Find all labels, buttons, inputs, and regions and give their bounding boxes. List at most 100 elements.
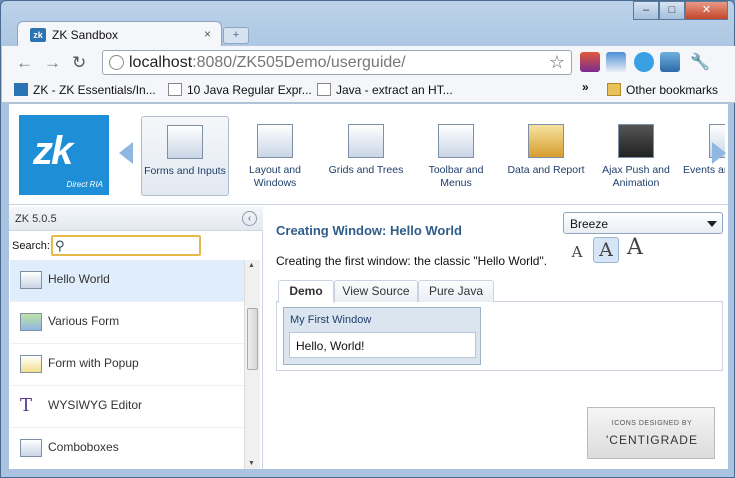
- list-item-hello-world[interactable]: Hello World: [10, 260, 244, 302]
- ribbon-item-layout-and-windows[interactable]: Layout and Windows: [231, 116, 319, 196]
- tab-pure-java[interactable]: Pure Java: [418, 280, 494, 302]
- database-report-icon: [528, 124, 564, 158]
- combobox-icon: [20, 439, 42, 457]
- font-size-small-button[interactable]: A: [569, 243, 585, 261]
- skype-extension-icon[interactable]: [634, 52, 654, 72]
- screenshot-extension-icon[interactable]: [660, 52, 680, 72]
- credit-line-2: 'CENTIGRADE: [606, 433, 698, 447]
- zk-favicon-icon: [14, 83, 28, 96]
- bookmark-star-icon[interactable]: ☆: [549, 52, 565, 73]
- bookmark-item[interactable]: ZK - ZK Essentials/In...: [14, 83, 156, 97]
- tab-close-icon[interactable]: ×: [204, 27, 211, 41]
- scroll-up-icon[interactable]: ▲: [248, 262, 255, 269]
- bookmark-label: ZK - ZK Essentials/In...: [33, 83, 156, 97]
- main-content: Creating Window: Hello World Breeze A A …: [267, 207, 728, 469]
- page-icon: [168, 83, 182, 96]
- bookmark-label: Java - extract an HT...: [336, 83, 453, 97]
- credit-line-1: ICONS DESIGNED BY: [611, 420, 693, 427]
- ribbon-item-forms-and-inputs[interactable]: Forms and Inputs: [141, 116, 229, 196]
- demo-window-body: Hello, World!: [289, 332, 476, 358]
- magnifier-icon: ⚲: [55, 238, 65, 253]
- bookmarks-overflow-button[interactable]: »: [582, 80, 589, 94]
- ribbon-item-grids-and-trees[interactable]: Grids and Trees: [322, 116, 410, 196]
- other-bookmarks-button[interactable]: Other bookmarks: [607, 83, 718, 97]
- icon-credit-badge[interactable]: ICONS DESIGNED BY 'CENTIGRADE: [587, 407, 715, 459]
- scrollbar-thumb[interactable]: [247, 308, 258, 370]
- demo-tab-panel: My First Window Hello, World!: [276, 302, 723, 371]
- minimize-button[interactable]: –: [633, 1, 659, 20]
- chevron-down-icon: [707, 221, 717, 227]
- window-extension-icon[interactable]: [606, 52, 626, 72]
- demo-window-text: Hello, World!: [296, 339, 365, 353]
- web-page: zk Direct RIA Forms and Inputs Layout an…: [9, 104, 728, 469]
- ribbon-item-toolbar-and-menus[interactable]: Toolbar and Menus: [412, 116, 500, 196]
- list-item-wysiwyg-editor[interactable]: T WYSIWYG Editor: [10, 386, 244, 428]
- list-item-form-with-popup[interactable]: Form with Popup: [10, 344, 244, 386]
- bookmarks-bar: ZK - ZK Essentials/In... 10 Java Regular…: [2, 79, 735, 103]
- clapperboard-icon: [618, 124, 654, 158]
- ribbon-scroll-left-icon[interactable]: [119, 142, 133, 164]
- window-controls: – □ ✕: [633, 1, 728, 21]
- tab-view-source[interactable]: View Source: [334, 280, 418, 302]
- text-edit-icon: T: [20, 395, 33, 416]
- search-input[interactable]: ⚲: [51, 235, 201, 256]
- ribbon-item-label: Data and Report: [507, 164, 585, 176]
- ribbon-item-label: Grids and Trees: [328, 164, 404, 176]
- theme-select-value: Breeze: [570, 217, 609, 231]
- form-icon: [20, 313, 42, 331]
- ribbon-item-label: Events an: [683, 164, 725, 176]
- tab-demo[interactable]: Demo: [278, 280, 334, 303]
- ribbon-item-data-and-report[interactable]: Data and Report: [502, 116, 590, 196]
- font-size-medium-button[interactable]: A: [593, 237, 619, 263]
- bookmark-label: 10 Java Regular Expr...: [187, 83, 312, 97]
- demo-window-title: My First Window: [290, 314, 372, 326]
- collapse-sidebar-icon[interactable]: ‹: [242, 211, 257, 226]
- scroll-down-icon[interactable]: ▼: [248, 460, 255, 467]
- grid-icon: [348, 124, 384, 158]
- logo-text: zk: [33, 129, 73, 173]
- browser-tab[interactable]: zk ZK Sandbox ×: [17, 21, 222, 47]
- folder-icon: [607, 83, 621, 96]
- demo-tabs: Demo View Source Pure Java: [276, 278, 723, 303]
- back-button[interactable]: ←: [16, 53, 33, 73]
- sidebar-scrollbar[interactable]: ▲ ▼: [244, 260, 260, 469]
- reload-button[interactable]: ↻: [72, 53, 86, 73]
- bookmark-item[interactable]: Java - extract an HT...: [317, 83, 453, 97]
- ribbon-item-ajax-push-and-animation[interactable]: Ajax Push and Animation: [592, 116, 680, 196]
- sidebar-header: ZK 5.0.5 ‹: [9, 207, 263, 231]
- ribbon-item-label: Toolbar and Menus: [428, 164, 484, 189]
- wrench-icon[interactable]: 🔧: [690, 52, 710, 72]
- tab-strip: zk ZK Sandbox × +: [9, 19, 728, 47]
- address-bar[interactable]: localhost:8080/ZK505Demo/userguide/ ☆: [102, 50, 572, 75]
- page-title: Creating Window: Hello World: [276, 223, 462, 238]
- close-window-button[interactable]: ✕: [685, 1, 728, 20]
- list-item-label: WYSIWYG Editor: [48, 398, 143, 412]
- ribbon-item-label: Ajax Push and Animation: [602, 164, 670, 189]
- demo-list: Hello World Various Form Form with Popup…: [10, 260, 244, 469]
- page-description: Creating the first window: the classic "…: [276, 254, 548, 268]
- zk-logo: zk Direct RIA: [19, 115, 109, 195]
- tab-title: ZK Sandbox: [52, 28, 119, 42]
- category-ribbon: zk Direct RIA Forms and Inputs Layout an…: [9, 104, 728, 205]
- other-bookmarks-label: Other bookmarks: [626, 83, 719, 97]
- list-item-various-form[interactable]: Various Form: [10, 302, 244, 344]
- url-host: localhost: [129, 54, 193, 71]
- ribbon-scroll-right-icon[interactable]: [712, 142, 726, 164]
- list-item-label: Various Form: [48, 314, 120, 328]
- browser-toolbar: ← → ↻ localhost:8080/ZK505Demo/userguide…: [2, 46, 735, 79]
- list-item-label: Hello World: [48, 272, 110, 286]
- list-item-comboboxes[interactable]: Comboboxes: [10, 428, 244, 469]
- layout-icon: [257, 124, 293, 158]
- popup-form-icon: [20, 355, 42, 373]
- font-size-large-button[interactable]: A: [623, 235, 647, 260]
- window-icon: [20, 271, 42, 289]
- logo-subtitle: Direct RIA: [66, 180, 103, 189]
- new-tab-button[interactable]: +: [223, 27, 249, 44]
- globe-icon: [109, 55, 124, 70]
- maximize-button[interactable]: □: [659, 1, 685, 20]
- theme-select[interactable]: Breeze: [563, 212, 723, 234]
- calendar-extension-icon[interactable]: [580, 52, 600, 72]
- url-text: localhost:8080/ZK505Demo/userguide/: [129, 54, 406, 72]
- forward-button[interactable]: →: [44, 53, 61, 73]
- bookmark-item[interactable]: 10 Java Regular Expr...: [168, 83, 312, 97]
